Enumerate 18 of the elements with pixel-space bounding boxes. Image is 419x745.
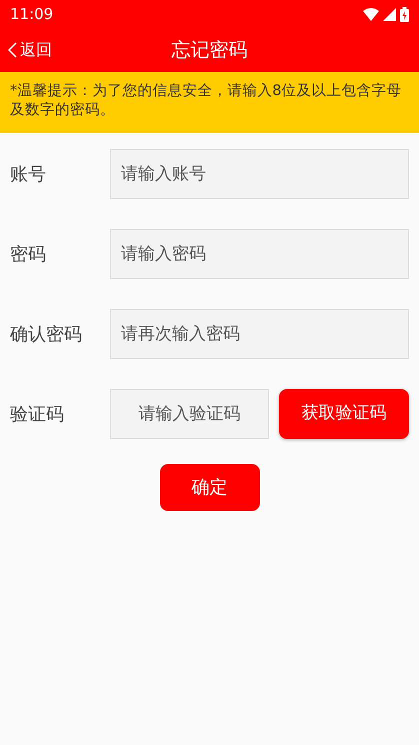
wifi-icon [363,8,379,20]
back-button[interactable]: 返回 [8,38,52,62]
field-label: 密码 [10,242,47,266]
field-label: 账号 [10,162,47,186]
field-label: 验证码 [10,402,65,426]
field-label: 确认密码 [10,322,83,346]
signal-icon [383,8,396,20]
confirm-button[interactable]: 确定 [160,464,260,511]
input-field[interactable]: 请输入账号 [110,149,409,199]
input-field[interactable]: 请再次输入密码 [110,309,409,359]
security-notice: *温馨提示：为了您的信息安全，请输入8位及以上包含字母及数字的密码。 [10,82,402,120]
get-code-button[interactable]: 获取验证码 [279,389,409,439]
input-field[interactable]: 请输入验证码 [110,389,269,439]
page-title: 忘记密码 [172,38,248,63]
chevron-left-icon [8,42,17,58]
input-field[interactable]: 请输入密码 [110,229,409,279]
battery-icon [400,6,409,22]
status-time: 11:09 [10,4,54,25]
